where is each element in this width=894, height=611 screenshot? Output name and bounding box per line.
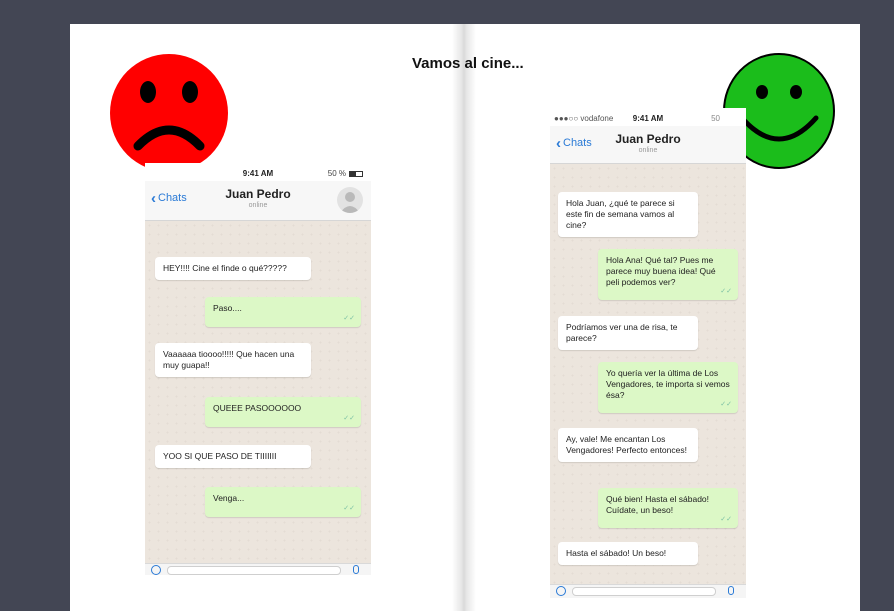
double-check-icon: ✓✓ [343, 315, 355, 322]
battery-indicator: 50 % [328, 169, 363, 178]
message-bubble: YOO SI QUE PASO DE TIIIIIII [155, 445, 311, 468]
message-input[interactable] [167, 566, 341, 575]
chat-header: ‹ Chats Juan Pedro online [550, 126, 746, 164]
message-list: Hola Juan, ¿qué te parece si este fin de… [550, 164, 746, 584]
message-bubble: Venga... ✓✓ [205, 487, 361, 517]
message-input-bar [550, 584, 746, 598]
microphone-icon[interactable] [728, 586, 734, 595]
contact-name: Juan Pedro [615, 132, 681, 146]
message-bubble: Hola Ana! Qué tal? Pues me parece muy bu… [598, 249, 738, 300]
message-bubble: Yo quería ver la última de Los Vengadore… [598, 362, 738, 413]
message-bubble: Podríamos ver una de risa, te parece? [558, 316, 698, 350]
message-bubble: Hasta el sábado! Un beso! [558, 542, 698, 565]
chat-header: ‹ Chats Juan Pedro online [145, 181, 371, 221]
chat-screen-right: ●●●○○ vodafone 9:41 AM 50 ‹ Chats Juan P… [550, 108, 746, 598]
camera-icon[interactable] [151, 565, 161, 575]
microphone-icon[interactable] [353, 565, 359, 574]
double-check-icon: ✓✓ [343, 415, 355, 422]
chat-screen-left: 9:41 AM 50 % ‹ Chats Juan Pedro online H… [145, 163, 371, 575]
message-bubble: Ay, vale! Me encantan Los Vengadores! Pe… [558, 428, 698, 462]
message-bubble: Vaaaaaa tioooo!!!!! Que hacen una muy gu… [155, 343, 311, 377]
double-check-icon: ✓✓ [720, 516, 732, 523]
message-bubble: HEY!!!! Cine el finde o qué????? [155, 257, 311, 280]
double-check-icon: ✓✓ [720, 288, 732, 295]
message-bubble: Paso.... ✓✓ [205, 297, 361, 327]
message-bubble: Qué bien! Hasta el sábado! Cuídate, un b… [598, 488, 738, 528]
double-check-icon: ✓✓ [720, 401, 732, 408]
signal-label: 50 [711, 114, 720, 123]
contact-avatar-icon[interactable] [337, 187, 363, 213]
contact-status: online [638, 147, 658, 154]
message-list: HEY!!!! Cine el finde o qué????? Paso...… [145, 221, 371, 563]
book-gutter [452, 24, 476, 611]
battery-percent: 50 % [327, 169, 346, 178]
camera-icon[interactable] [556, 586, 566, 596]
message-input-bar [145, 563, 371, 575]
contact-info[interactable]: Juan Pedro online [550, 132, 746, 154]
message-input[interactable] [572, 587, 716, 596]
battery-icon [349, 170, 363, 177]
message-bubble: QUEEE PASOOOOOO ✓✓ [205, 397, 361, 427]
page-title: Vamos al cine... [412, 55, 524, 72]
status-bar: 9:41 AM 50 % [145, 163, 371, 181]
sad-face-icon [108, 52, 230, 174]
double-check-icon: ✓✓ [343, 505, 355, 512]
status-bar: ●●●○○ vodafone 9:41 AM 50 [550, 108, 746, 126]
message-bubble: Hola Juan, ¿qué te parece si este fin de… [558, 192, 698, 237]
